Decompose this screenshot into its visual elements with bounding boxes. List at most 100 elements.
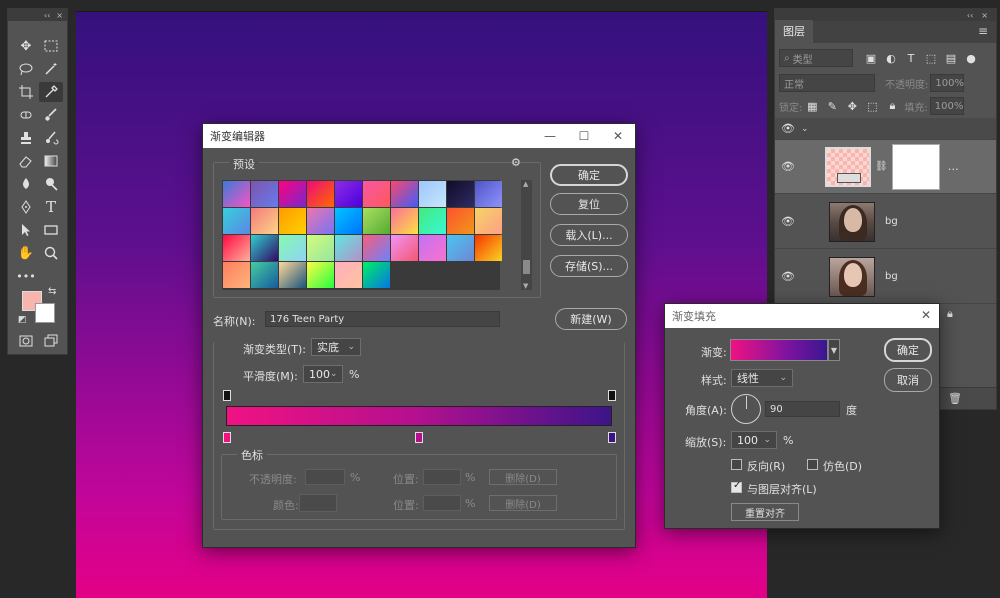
swap-colors-icon[interactable]: ⇆ xyxy=(48,286,56,297)
pen-tool-icon[interactable] xyxy=(14,197,38,217)
default-colors-icon[interactable]: ◩ xyxy=(18,315,27,325)
ok-button[interactable]: 确定 xyxy=(550,164,628,186)
load-button[interactable]: 载入(L)... xyxy=(550,224,628,246)
gradient-picker-swatch[interactable] xyxy=(730,339,828,361)
gradient-preset-swatch[interactable] xyxy=(279,262,306,288)
gradient-preset-swatch[interactable] xyxy=(223,235,250,261)
collapse-icon[interactable]: ‹‹ xyxy=(967,11,973,20)
gradient-preset-swatch[interactable] xyxy=(475,208,502,234)
angle-field[interactable]: 90 xyxy=(765,401,840,417)
gradient-preset-swatch[interactable] xyxy=(363,262,390,288)
gradient-fill-thumbnail[interactable] xyxy=(825,146,871,187)
zoom-tool-icon[interactable] xyxy=(39,243,63,263)
gradient-preset-swatch[interactable] xyxy=(391,181,418,207)
lock-position-icon[interactable]: ✥ xyxy=(842,100,862,113)
quick-mask-icon[interactable] xyxy=(14,331,38,351)
background-color-swatch[interactable] xyxy=(35,303,55,323)
gradient-preset-swatch[interactable] xyxy=(335,181,362,207)
layer-group-row[interactable]: 👁︎ ⌄ xyxy=(775,118,996,140)
opacity-location-field[interactable] xyxy=(423,469,461,485)
magic-wand-icon[interactable] xyxy=(39,59,63,79)
brush-tool-icon[interactable] xyxy=(39,105,63,125)
chevron-down-icon[interactable]: ▼ xyxy=(828,339,840,361)
stop-color-swatch[interactable] xyxy=(299,494,337,512)
presets-scrollbar[interactable]: ▲ ▼ xyxy=(521,180,532,290)
ok-button[interactable]: 确定 xyxy=(884,338,932,362)
gradient-preset-swatch[interactable] xyxy=(251,262,278,288)
filter-shape-icon[interactable]: ⬚ xyxy=(921,52,941,65)
layer-row-bg-2[interactable]: 👁︎ bg xyxy=(775,250,996,304)
fill-field[interactable]: 100% xyxy=(929,97,964,115)
close-icon[interactable]: ✕ xyxy=(601,124,635,148)
close-icon[interactable]: × xyxy=(981,11,988,20)
color-location-field[interactable] xyxy=(423,495,461,511)
color-stop-right[interactable] xyxy=(608,432,616,443)
gear-icon[interactable]: ⚙ xyxy=(511,156,521,169)
eyedropper-tool-icon[interactable] xyxy=(39,82,63,102)
visibility-eye-icon[interactable]: 👁︎ xyxy=(775,160,801,173)
layer-mask-thumbnail[interactable] xyxy=(891,143,940,190)
lasso-tool-icon[interactable] xyxy=(14,59,38,79)
gradient-preset-swatch[interactable] xyxy=(279,208,306,234)
scroll-up-icon[interactable]: ▲ xyxy=(523,180,528,188)
save-button[interactable]: 存储(S)... xyxy=(550,255,628,277)
rectangle-tool-icon[interactable] xyxy=(39,220,63,240)
filter-adjustment-icon[interactable]: ◐ xyxy=(881,52,901,65)
scroll-down-icon[interactable]: ▼ xyxy=(523,282,528,290)
gradient-preset-swatch[interactable] xyxy=(279,181,306,207)
gradient-preset-swatch[interactable] xyxy=(335,262,362,288)
name-field[interactable]: 176 Teen Party xyxy=(265,311,500,327)
gradient-preset-swatch[interactable] xyxy=(475,235,502,261)
gradient-preset-swatch[interactable] xyxy=(223,181,250,207)
minimize-icon[interactable]: — xyxy=(533,124,567,148)
delete-color-stop-button[interactable]: 删除(D) xyxy=(489,495,557,511)
filter-toggle-icon[interactable]: ● xyxy=(961,52,981,65)
gradient-preset-swatch[interactable] xyxy=(391,235,418,261)
reset-button[interactable]: 复位 xyxy=(550,193,628,215)
gradient-preset-swatch[interactable] xyxy=(223,262,250,288)
filter-pixel-icon[interactable]: ▣ xyxy=(861,52,881,65)
gradient-preset-swatch[interactable] xyxy=(251,208,278,234)
align-with-layer-checkbox[interactable] xyxy=(731,480,742,493)
gradient-preset-swatch[interactable] xyxy=(363,181,390,207)
color-stop-left[interactable] xyxy=(223,432,231,443)
dither-checkbox[interactable] xyxy=(807,459,818,470)
type-tool-icon[interactable]: T xyxy=(39,197,63,217)
lock-all-icon[interactable]: 🔒︎ xyxy=(882,99,902,113)
opacity-field[interactable]: 100% xyxy=(930,74,965,92)
layer-row-bg-1[interactable]: 👁︎ bg xyxy=(775,195,996,249)
layer-filter-dropdown[interactable]: ⌕ 类型 xyxy=(779,49,853,67)
gradient-preview-bar[interactable] xyxy=(226,406,612,426)
cancel-button[interactable]: 取消 xyxy=(884,368,932,392)
history-brush-icon[interactable] xyxy=(39,128,63,148)
lock-artboard-icon[interactable]: ⬚ xyxy=(862,100,882,113)
gradient-preset-swatch[interactable] xyxy=(223,208,250,234)
style-dropdown[interactable]: 线性 ⌄ xyxy=(731,369,793,387)
gradient-preset-swatch[interactable] xyxy=(335,208,362,234)
scrollbar-thumb[interactable] xyxy=(523,260,530,274)
chevron-down-icon[interactable]: ⌄ xyxy=(801,124,809,134)
healing-brush-icon[interactable] xyxy=(14,105,38,125)
close-icon[interactable]: ✕ xyxy=(921,308,931,322)
gradient-tool-icon[interactable] xyxy=(39,151,63,171)
tab-layers[interactable]: 图层 xyxy=(775,20,813,43)
panel-menu-icon[interactable]: ≡ xyxy=(970,24,996,43)
visibility-eye-icon[interactable]: 👁︎ xyxy=(775,270,801,283)
blend-mode-dropdown[interactable]: 正常 xyxy=(779,74,875,92)
path-selection-icon[interactable] xyxy=(14,220,38,240)
opacity-stop-left[interactable] xyxy=(223,390,231,401)
hand-tool-icon[interactable]: ✋ xyxy=(14,243,38,263)
gradient-preset-swatch[interactable] xyxy=(447,181,474,207)
screen-mode-icon[interactable] xyxy=(39,331,63,351)
dodge-tool-icon[interactable] xyxy=(39,174,63,194)
gradient-preset-swatch[interactable] xyxy=(391,208,418,234)
gradient-preset-swatch[interactable] xyxy=(335,235,362,261)
delete-opacity-stop-button[interactable]: 删除(D) xyxy=(489,469,557,485)
clone-stamp-icon[interactable] xyxy=(14,128,38,148)
move-tool-icon[interactable]: ✥ xyxy=(14,36,38,56)
marquee-tool-icon[interactable] xyxy=(39,36,63,56)
eraser-tool-icon[interactable] xyxy=(14,151,38,171)
lock-transparent-icon[interactable]: ▦ xyxy=(802,100,822,113)
filter-smart-object-icon[interactable]: ▤ xyxy=(941,52,961,65)
smoothness-field[interactable]: 100 ⌄ xyxy=(303,365,343,383)
